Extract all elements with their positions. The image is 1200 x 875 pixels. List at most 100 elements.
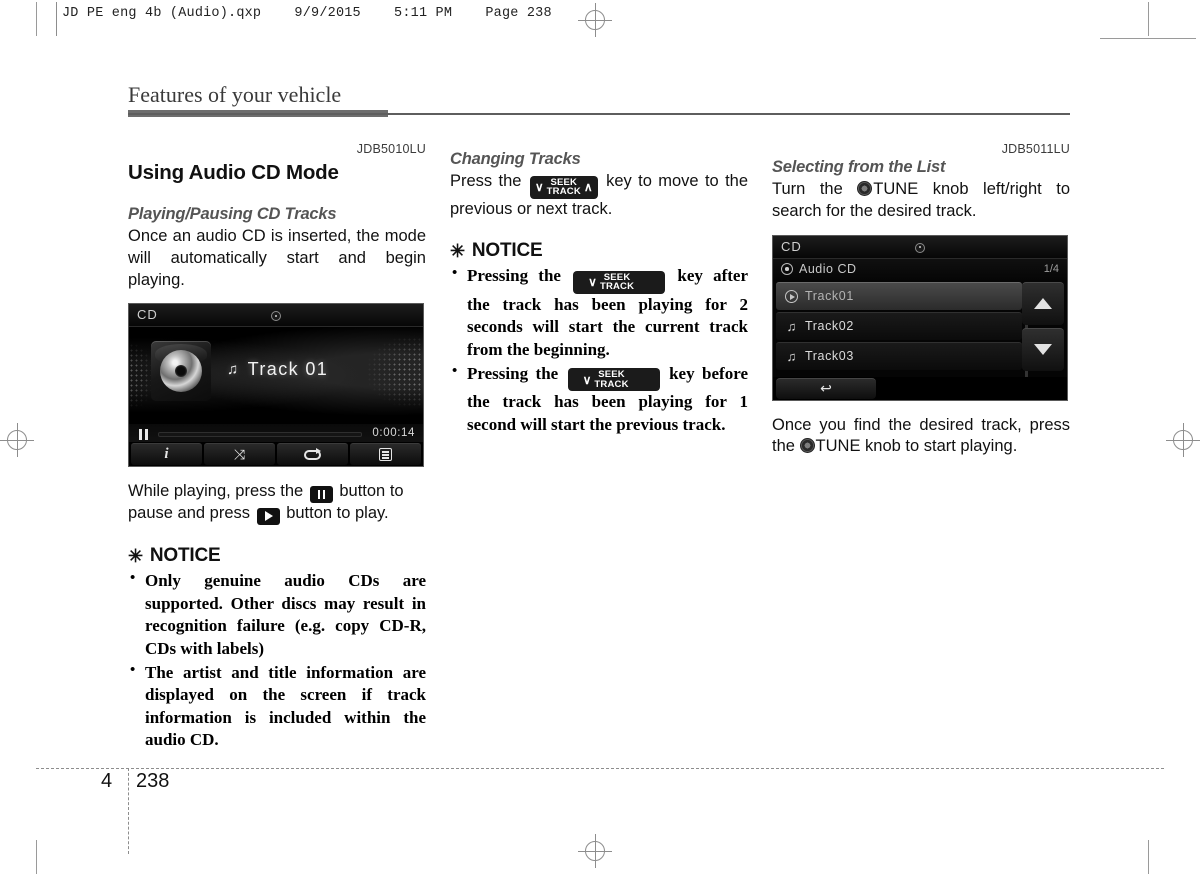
pause-button-glyph bbox=[309, 486, 333, 504]
audio-cd-icon bbox=[781, 263, 793, 276]
notice-item: The artist and title information are dis… bbox=[128, 660, 426, 752]
seek-track-key-glyph: ∨ SEEK TRACK bbox=[567, 368, 660, 392]
page-counter: 1/4 bbox=[1043, 263, 1059, 276]
chevron-down-icon: ∨ bbox=[582, 372, 592, 387]
cd-screen-main: ♫ Track 01 bbox=[129, 327, 423, 425]
back-arrow-icon: ↩ bbox=[820, 380, 832, 397]
list-item-label: Track02 bbox=[805, 319, 854, 334]
music-note-icon: ♫ bbox=[227, 361, 240, 379]
album-art bbox=[151, 341, 211, 402]
cd-progress-row: 0:00:14 bbox=[129, 424, 423, 445]
track-rows: Track01 ♫ Track02 ♫ Track03 bbox=[776, 281, 1022, 370]
repeat-button[interactable] bbox=[277, 443, 348, 466]
play-icon bbox=[785, 289, 798, 303]
pause-indicator-icon bbox=[139, 429, 148, 441]
caption-text-after: button to play. bbox=[286, 504, 389, 523]
seek-track-key-glyph: ∨ SEEK TRACK ∧ bbox=[529, 175, 598, 199]
notice-item: Pressing the ∨ SEEK TRACK key after the … bbox=[450, 264, 748, 361]
registration-mark-top bbox=[578, 3, 612, 37]
info-icon: i bbox=[164, 446, 169, 463]
list-item[interactable]: ♫ Track02 bbox=[776, 311, 1022, 340]
shuffle-button[interactable]: ⤨ bbox=[204, 443, 275, 466]
progress-bar[interactable] bbox=[158, 432, 362, 438]
list-screen-mode-label: CD bbox=[781, 238, 802, 254]
print-header-text: JD PE eng 4b (Audio).qxp 9/9/2015 5:11 P… bbox=[62, 6, 552, 21]
paragraph-pause-play: While playing, press the button to pause… bbox=[128, 481, 426, 525]
paragraph-cd-insert: Once an audio CD is inserted, the mode w… bbox=[128, 227, 426, 289]
header-divider bbox=[56, 2, 57, 36]
crop-mark-top-right-vertical bbox=[1148, 2, 1149, 36]
tune-knob-icon bbox=[857, 181, 873, 196]
column-right: JDB5011LU Selecting from the List Turn t… bbox=[772, 142, 1070, 458]
crop-mark-top-right-horizontal bbox=[1100, 38, 1196, 39]
page-number: 238 bbox=[136, 770, 170, 792]
list-item[interactable]: Track01 bbox=[776, 281, 1022, 310]
notice-item: Pressing the ∨ SEEK TRACK key before the… bbox=[450, 362, 748, 437]
scroll-up-button[interactable] bbox=[1022, 281, 1064, 325]
list-footer: ↩ bbox=[773, 376, 1067, 400]
seek-key-line2: TRACK bbox=[594, 378, 629, 390]
shuffle-icon: ⤨ bbox=[233, 446, 246, 463]
registration-mark-left bbox=[0, 423, 34, 457]
seek-track-key-glyph: ∨ SEEK TRACK bbox=[573, 270, 666, 294]
cd-screen-header: CD bbox=[129, 304, 423, 328]
caption-text-after: TUNE knob to start playing. bbox=[815, 437, 1018, 456]
column-middle: Changing Tracks Press the ∨ SEEK TRACK ∧… bbox=[450, 142, 748, 437]
notice-heading-label: NOTICE bbox=[471, 240, 543, 262]
scroll-down-button[interactable] bbox=[1022, 327, 1064, 371]
figure-id-left: JDB5010LU bbox=[356, 142, 426, 156]
disc-indicator-icon bbox=[271, 311, 281, 322]
cd-screen-mode-label: CD bbox=[137, 307, 158, 323]
notice-heading-left: ✳ NOTICE bbox=[128, 545, 426, 567]
play-button-glyph bbox=[256, 507, 280, 525]
seek-key-line2: TRACK bbox=[599, 281, 635, 293]
chevron-down-icon bbox=[1034, 344, 1052, 356]
section-heading-using-audio-cd-mode: Using Audio CD Mode bbox=[128, 161, 339, 184]
registration-mark-right bbox=[1166, 423, 1200, 457]
crop-mark-top-left-vertical bbox=[36, 2, 37, 36]
list-icon bbox=[379, 448, 392, 462]
cd-player-screen: CD ♫ Track 01 0:00:14 i ⤨ bbox=[128, 303, 424, 468]
paragraph-text-before: Press the bbox=[450, 172, 522, 190]
track-list-screen: CD Audio CD 1/4 Track01 ♫ Track02 ♫ Trac… bbox=[772, 234, 1068, 401]
list-item[interactable]: ♫ Track03 bbox=[776, 341, 1022, 370]
chapter-number: 4 bbox=[101, 770, 113, 792]
repeat-icon bbox=[304, 447, 321, 460]
paragraph-tune-knob: Turn the TUNE knob left/right to search … bbox=[772, 179, 1070, 223]
notice-item: Only genuine audio CDs are supported. Ot… bbox=[128, 569, 426, 660]
list-button[interactable] bbox=[350, 443, 421, 466]
disc-indicator-icon bbox=[915, 242, 925, 253]
chevron-up-icon bbox=[1034, 298, 1052, 310]
music-note-icon: ♫ bbox=[786, 348, 797, 364]
notice-list-left: Only genuine audio CDs are supported. Ot… bbox=[128, 569, 426, 752]
chevron-down-icon: ∨ bbox=[588, 275, 597, 290]
chevron-down-icon: ∨ bbox=[534, 180, 544, 194]
caption-text-before: While playing, press the bbox=[128, 482, 304, 501]
registration-mark-bottom bbox=[578, 834, 612, 868]
list-source-label: Audio CD bbox=[799, 262, 857, 277]
notice-heading-label: NOTICE bbox=[149, 545, 221, 567]
now-playing-track-label: Track 01 bbox=[247, 359, 329, 380]
title-rule bbox=[128, 113, 1070, 115]
figure-id-right: JDB5011LU bbox=[1001, 142, 1070, 156]
column-left: JDB5010LU Using Audio CD Mode Playing/Pa… bbox=[128, 142, 426, 753]
crop-mark-bottom-right-vertical bbox=[1148, 840, 1149, 874]
scroll-buttons bbox=[1022, 281, 1064, 374]
tune-knob-icon bbox=[799, 438, 815, 454]
now-playing-track: ♫ Track 01 bbox=[227, 359, 328, 380]
paragraph-text-before: Turn the bbox=[772, 180, 843, 198]
back-button[interactable]: ↩ bbox=[776, 377, 876, 399]
subsection-heading-playing-pausing: Playing/Pausing CD Tracks bbox=[128, 205, 337, 223]
cd-screen-toolbar: i ⤨ bbox=[129, 442, 423, 467]
list-item-label: Track03 bbox=[805, 349, 854, 364]
info-button[interactable]: i bbox=[131, 443, 202, 466]
list-screen-header: CD bbox=[773, 235, 1067, 259]
seek-key-line2: TRACK bbox=[546, 186, 581, 197]
notice-text-before: Pressing the bbox=[467, 266, 561, 286]
halftone-right-decoration bbox=[327, 327, 423, 425]
crop-mark-bottom-left-vertical bbox=[36, 840, 37, 874]
subsection-heading-changing-tracks: Changing Tracks bbox=[450, 150, 581, 168]
asterisk-icon: ✳ bbox=[128, 546, 143, 567]
list-item-label: Track01 bbox=[805, 289, 854, 304]
asterisk-icon: ✳ bbox=[450, 241, 465, 262]
